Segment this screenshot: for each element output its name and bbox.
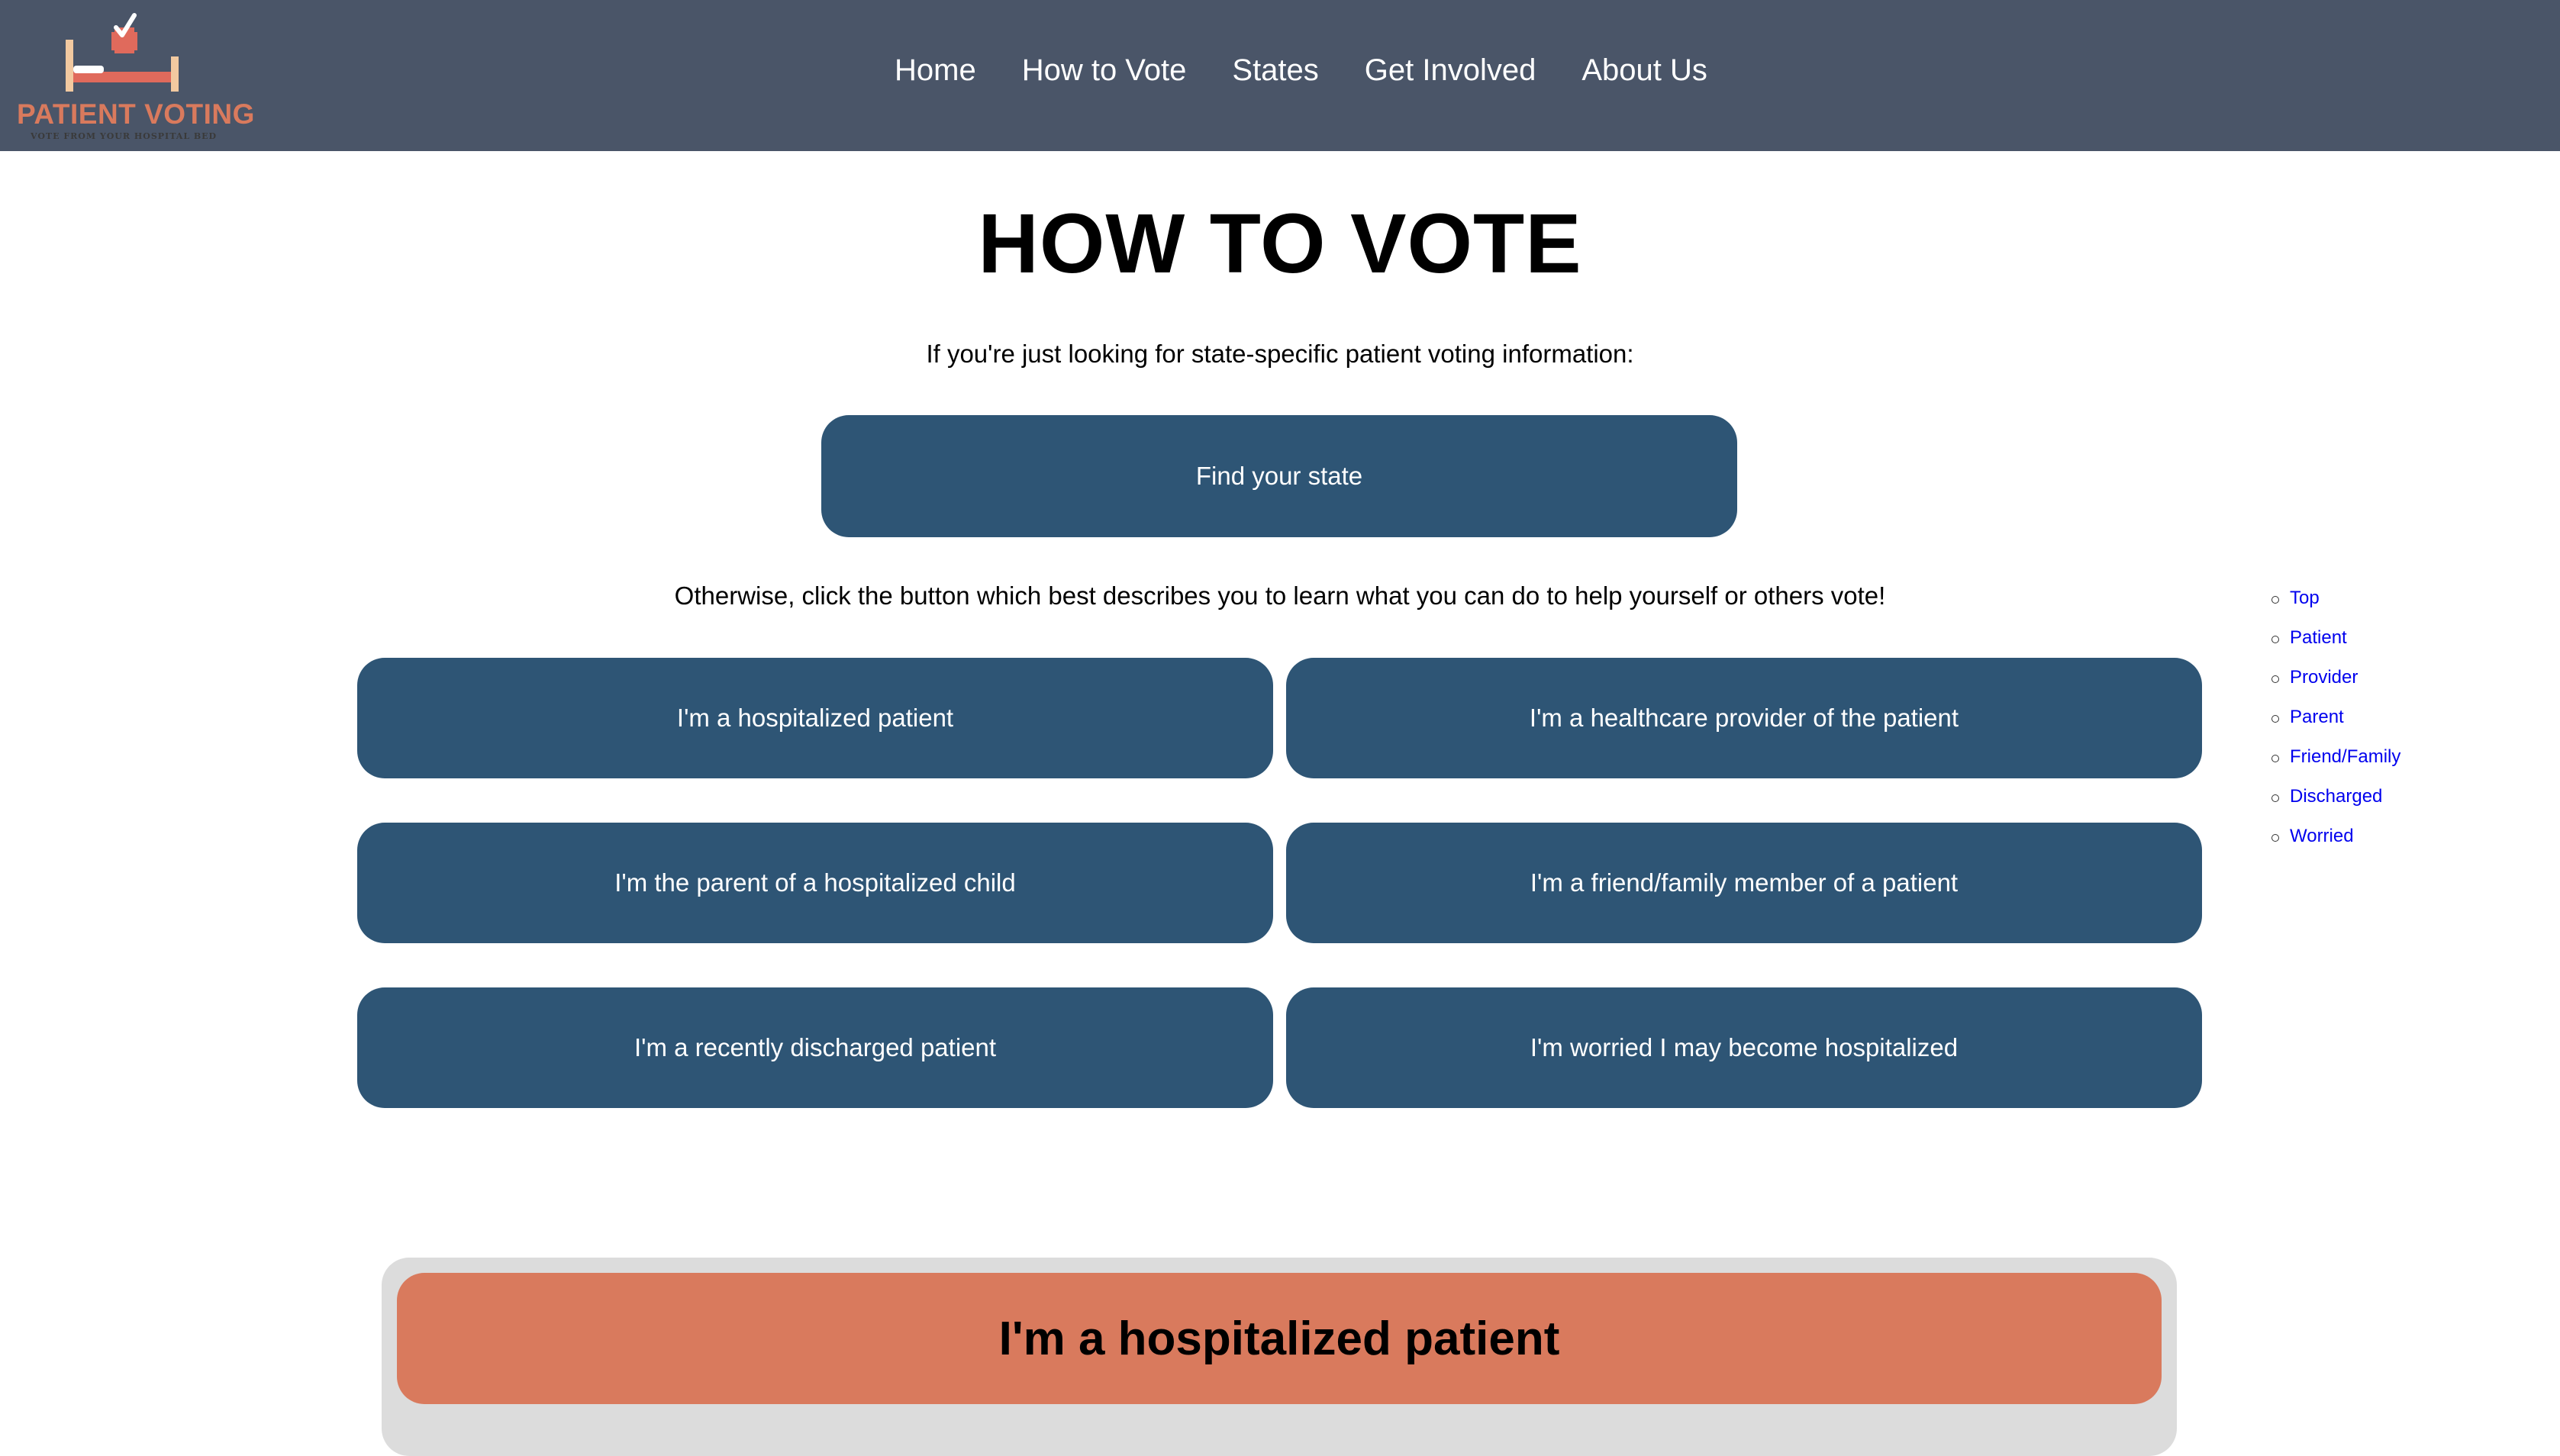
worried-button[interactable]: I'm worried I may become hospitalized bbox=[1286, 987, 2202, 1108]
state-info-intro: If you're just looking for state-specifi… bbox=[926, 340, 1634, 368]
friend-family-button[interactable]: I'm a friend/family member of a patient bbox=[1286, 823, 2202, 943]
site-navbar: PATIENT VOTING VOTE FROM YOUR HOSPITAL B… bbox=[0, 0, 2560, 151]
toc-link-patient[interactable]: Patient bbox=[2290, 627, 2347, 648]
toc-link-discharged[interactable]: Discharged bbox=[2290, 786, 2382, 807]
site-logo[interactable]: PATIENT VOTING VOTE FROM YOUR HOSPITAL B… bbox=[14, 11, 254, 141]
healthcare-provider-button[interactable]: I'm a healthcare provider of the patient bbox=[1286, 658, 2202, 778]
toc-item-patient: Patient bbox=[2270, 627, 2400, 667]
toc-item-provider: Provider bbox=[2270, 667, 2400, 707]
find-state-button[interactable]: Find your state bbox=[821, 415, 1737, 537]
hospitalized-patient-button[interactable]: I'm a hospitalized patient bbox=[357, 658, 1273, 778]
nav-states[interactable]: States bbox=[1232, 53, 1318, 88]
toc-item-friend-family: Friend/Family bbox=[2270, 746, 2400, 786]
toc-item-top: Top bbox=[2270, 588, 2400, 627]
nav-how-to-vote[interactable]: How to Vote bbox=[1022, 53, 1187, 88]
toc-item-parent: Parent bbox=[2270, 707, 2400, 746]
toc-link-provider[interactable]: Provider bbox=[2290, 667, 2358, 688]
page-title: HOW TO VOTE bbox=[978, 197, 1582, 291]
parent-button[interactable]: I'm the parent of a hospitalized child bbox=[357, 823, 1273, 943]
main-nav: Home How to Vote States Get Involved Abo… bbox=[895, 53, 1707, 88]
toc-item-worried: Worried bbox=[2270, 826, 2400, 865]
toc-link-parent[interactable]: Parent bbox=[2290, 707, 2344, 727]
logo-title: PATIENT VOTING bbox=[17, 98, 255, 130]
nav-about-us[interactable]: About Us bbox=[1581, 53, 1707, 88]
nav-get-involved[interactable]: Get Involved bbox=[1365, 53, 1536, 88]
recently-discharged-button[interactable]: I'm a recently discharged patient bbox=[357, 987, 1273, 1108]
toc-link-friend-family[interactable]: Friend/Family bbox=[2290, 746, 2400, 767]
page-toc: Top Patient Provider Parent Friend/Famil… bbox=[2270, 588, 2400, 865]
logo-tagline: VOTE FROM YOUR HOSPITAL BED bbox=[31, 131, 218, 141]
toc-item-discharged: Discharged bbox=[2270, 786, 2400, 826]
toc-link-top[interactable]: Top bbox=[2290, 588, 2320, 608]
patient-section-heading: I'm a hospitalized patient bbox=[397, 1273, 2162, 1404]
toc-link-worried[interactable]: Worried bbox=[2290, 826, 2354, 846]
hospital-bed-check-icon bbox=[66, 13, 179, 92]
nav-home[interactable]: Home bbox=[895, 53, 976, 88]
roles-intro: Otherwise, click the button which best d… bbox=[674, 581, 1886, 610]
